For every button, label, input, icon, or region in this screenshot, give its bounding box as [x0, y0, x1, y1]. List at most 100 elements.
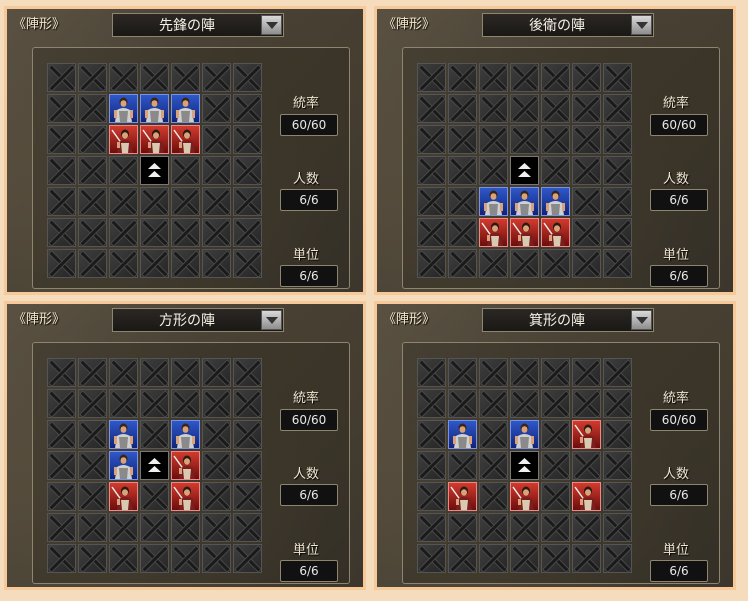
- formation-select[interactable]: 方形の陣: [112, 308, 284, 332]
- grid-cell-blue-unit[interactable]: [109, 94, 138, 123]
- grid-cell-empty[interactable]: [572, 63, 601, 92]
- grid-cell-empty[interactable]: [202, 544, 231, 573]
- grid-cell-empty[interactable]: [479, 125, 508, 154]
- grid-cell-empty[interactable]: [572, 94, 601, 123]
- formation-select[interactable]: 後衛の陣: [482, 13, 654, 37]
- grid-cell-empty[interactable]: [140, 389, 169, 418]
- grid-cell-empty[interactable]: [603, 125, 632, 154]
- grid-cell-empty[interactable]: [140, 218, 169, 247]
- grid-cell-empty[interactable]: [417, 63, 446, 92]
- grid-cell-empty[interactable]: [47, 420, 76, 449]
- grid-cell-blue-unit[interactable]: [541, 187, 570, 216]
- grid-cell-empty[interactable]: [202, 482, 231, 511]
- grid-cell-blue-unit[interactable]: [510, 420, 539, 449]
- grid-cell-empty[interactable]: [233, 420, 262, 449]
- grid-cell-red-unit[interactable]: [572, 482, 601, 511]
- grid-cell-empty[interactable]: [479, 63, 508, 92]
- grid-cell-empty[interactable]: [603, 156, 632, 185]
- grid-cell-empty[interactable]: [202, 451, 231, 480]
- grid-cell-empty[interactable]: [109, 389, 138, 418]
- grid-cell-empty[interactable]: [47, 358, 76, 387]
- grid-cell-empty[interactable]: [448, 187, 477, 216]
- grid-cell-empty[interactable]: [171, 389, 200, 418]
- formation-select[interactable]: 箕形の陣: [482, 308, 654, 332]
- grid-cell-blue-unit[interactable]: [109, 451, 138, 480]
- grid-cell-empty[interactable]: [78, 187, 107, 216]
- grid-cell-empty[interactable]: [140, 358, 169, 387]
- grid-cell-empty[interactable]: [479, 544, 508, 573]
- grid-cell-empty[interactable]: [572, 125, 601, 154]
- grid-cell-blue-unit[interactable]: [448, 420, 477, 449]
- grid-cell-empty[interactable]: [603, 358, 632, 387]
- formation-select[interactable]: 先鋒の陣: [112, 13, 284, 37]
- grid-cell-empty[interactable]: [448, 358, 477, 387]
- grid-cell-empty[interactable]: [417, 513, 446, 542]
- grid-cell-empty[interactable]: [233, 63, 262, 92]
- grid-cell-empty[interactable]: [448, 125, 477, 154]
- grid-cell-empty[interactable]: [171, 513, 200, 542]
- grid-cell-empty[interactable]: [541, 94, 570, 123]
- grid-cell-empty[interactable]: [541, 544, 570, 573]
- grid-cell-empty[interactable]: [140, 249, 169, 278]
- grid-cell-empty[interactable]: [78, 218, 107, 247]
- grid-cell-empty[interactable]: [233, 544, 262, 573]
- grid-cell-empty[interactable]: [541, 125, 570, 154]
- grid-cell-leader[interactable]: [140, 156, 169, 185]
- grid-cell-empty[interactable]: [479, 451, 508, 480]
- grid-cell-empty[interactable]: [417, 218, 446, 247]
- grid-cell-empty[interactable]: [448, 156, 477, 185]
- grid-cell-blue-unit[interactable]: [171, 94, 200, 123]
- grid-cell-empty[interactable]: [233, 482, 262, 511]
- grid-cell-empty[interactable]: [233, 156, 262, 185]
- grid-cell-empty[interactable]: [233, 125, 262, 154]
- grid-cell-red-unit[interactable]: [171, 482, 200, 511]
- grid-cell-empty[interactable]: [202, 94, 231, 123]
- grid-cell-empty[interactable]: [448, 451, 477, 480]
- grid-cell-empty[interactable]: [202, 156, 231, 185]
- grid-cell-empty[interactable]: [541, 156, 570, 185]
- grid-cell-empty[interactable]: [603, 389, 632, 418]
- grid-cell-red-unit[interactable]: [171, 451, 200, 480]
- grid-cell-empty[interactable]: [541, 482, 570, 511]
- grid-cell-empty[interactable]: [202, 63, 231, 92]
- grid-cell-empty[interactable]: [603, 63, 632, 92]
- grid-cell-empty[interactable]: [78, 513, 107, 542]
- grid-cell-red-unit[interactable]: [448, 482, 477, 511]
- grid-cell-empty[interactable]: [603, 249, 632, 278]
- grid-cell-empty[interactable]: [47, 451, 76, 480]
- grid-cell-empty[interactable]: [47, 389, 76, 418]
- grid-cell-empty[interactable]: [572, 544, 601, 573]
- grid-cell-empty[interactable]: [171, 544, 200, 573]
- grid-cell-empty[interactable]: [202, 513, 231, 542]
- grid-cell-empty[interactable]: [417, 389, 446, 418]
- grid-cell-empty[interactable]: [78, 544, 107, 573]
- grid-cell-empty[interactable]: [479, 482, 508, 511]
- grid-cell-empty[interactable]: [233, 187, 262, 216]
- grid-cell-blue-unit[interactable]: [109, 420, 138, 449]
- grid-cell-empty[interactable]: [202, 187, 231, 216]
- grid-cell-empty[interactable]: [47, 249, 76, 278]
- grid-cell-empty[interactable]: [510, 389, 539, 418]
- grid-cell-leader[interactable]: [510, 451, 539, 480]
- grid-cell-blue-unit[interactable]: [479, 187, 508, 216]
- grid-cell-empty[interactable]: [572, 218, 601, 247]
- grid-cell-blue-unit[interactable]: [510, 187, 539, 216]
- grid-cell-empty[interactable]: [541, 513, 570, 542]
- grid-cell-red-unit[interactable]: [171, 125, 200, 154]
- grid-cell-empty[interactable]: [572, 187, 601, 216]
- grid-cell-empty[interactable]: [541, 451, 570, 480]
- grid-cell-empty[interactable]: [417, 420, 446, 449]
- grid-cell-empty[interactable]: [140, 544, 169, 573]
- grid-cell-empty[interactable]: [171, 156, 200, 185]
- grid-cell-empty[interactable]: [448, 218, 477, 247]
- grid-cell-empty[interactable]: [78, 125, 107, 154]
- grid-cell-empty[interactable]: [202, 389, 231, 418]
- grid-cell-empty[interactable]: [78, 482, 107, 511]
- grid-cell-empty[interactable]: [78, 389, 107, 418]
- grid-cell-empty[interactable]: [202, 249, 231, 278]
- grid-cell-empty[interactable]: [47, 94, 76, 123]
- grid-cell-empty[interactable]: [202, 358, 231, 387]
- chevron-down-icon[interactable]: [631, 15, 652, 35]
- grid-cell-empty[interactable]: [572, 358, 601, 387]
- grid-cell-red-unit[interactable]: [510, 218, 539, 247]
